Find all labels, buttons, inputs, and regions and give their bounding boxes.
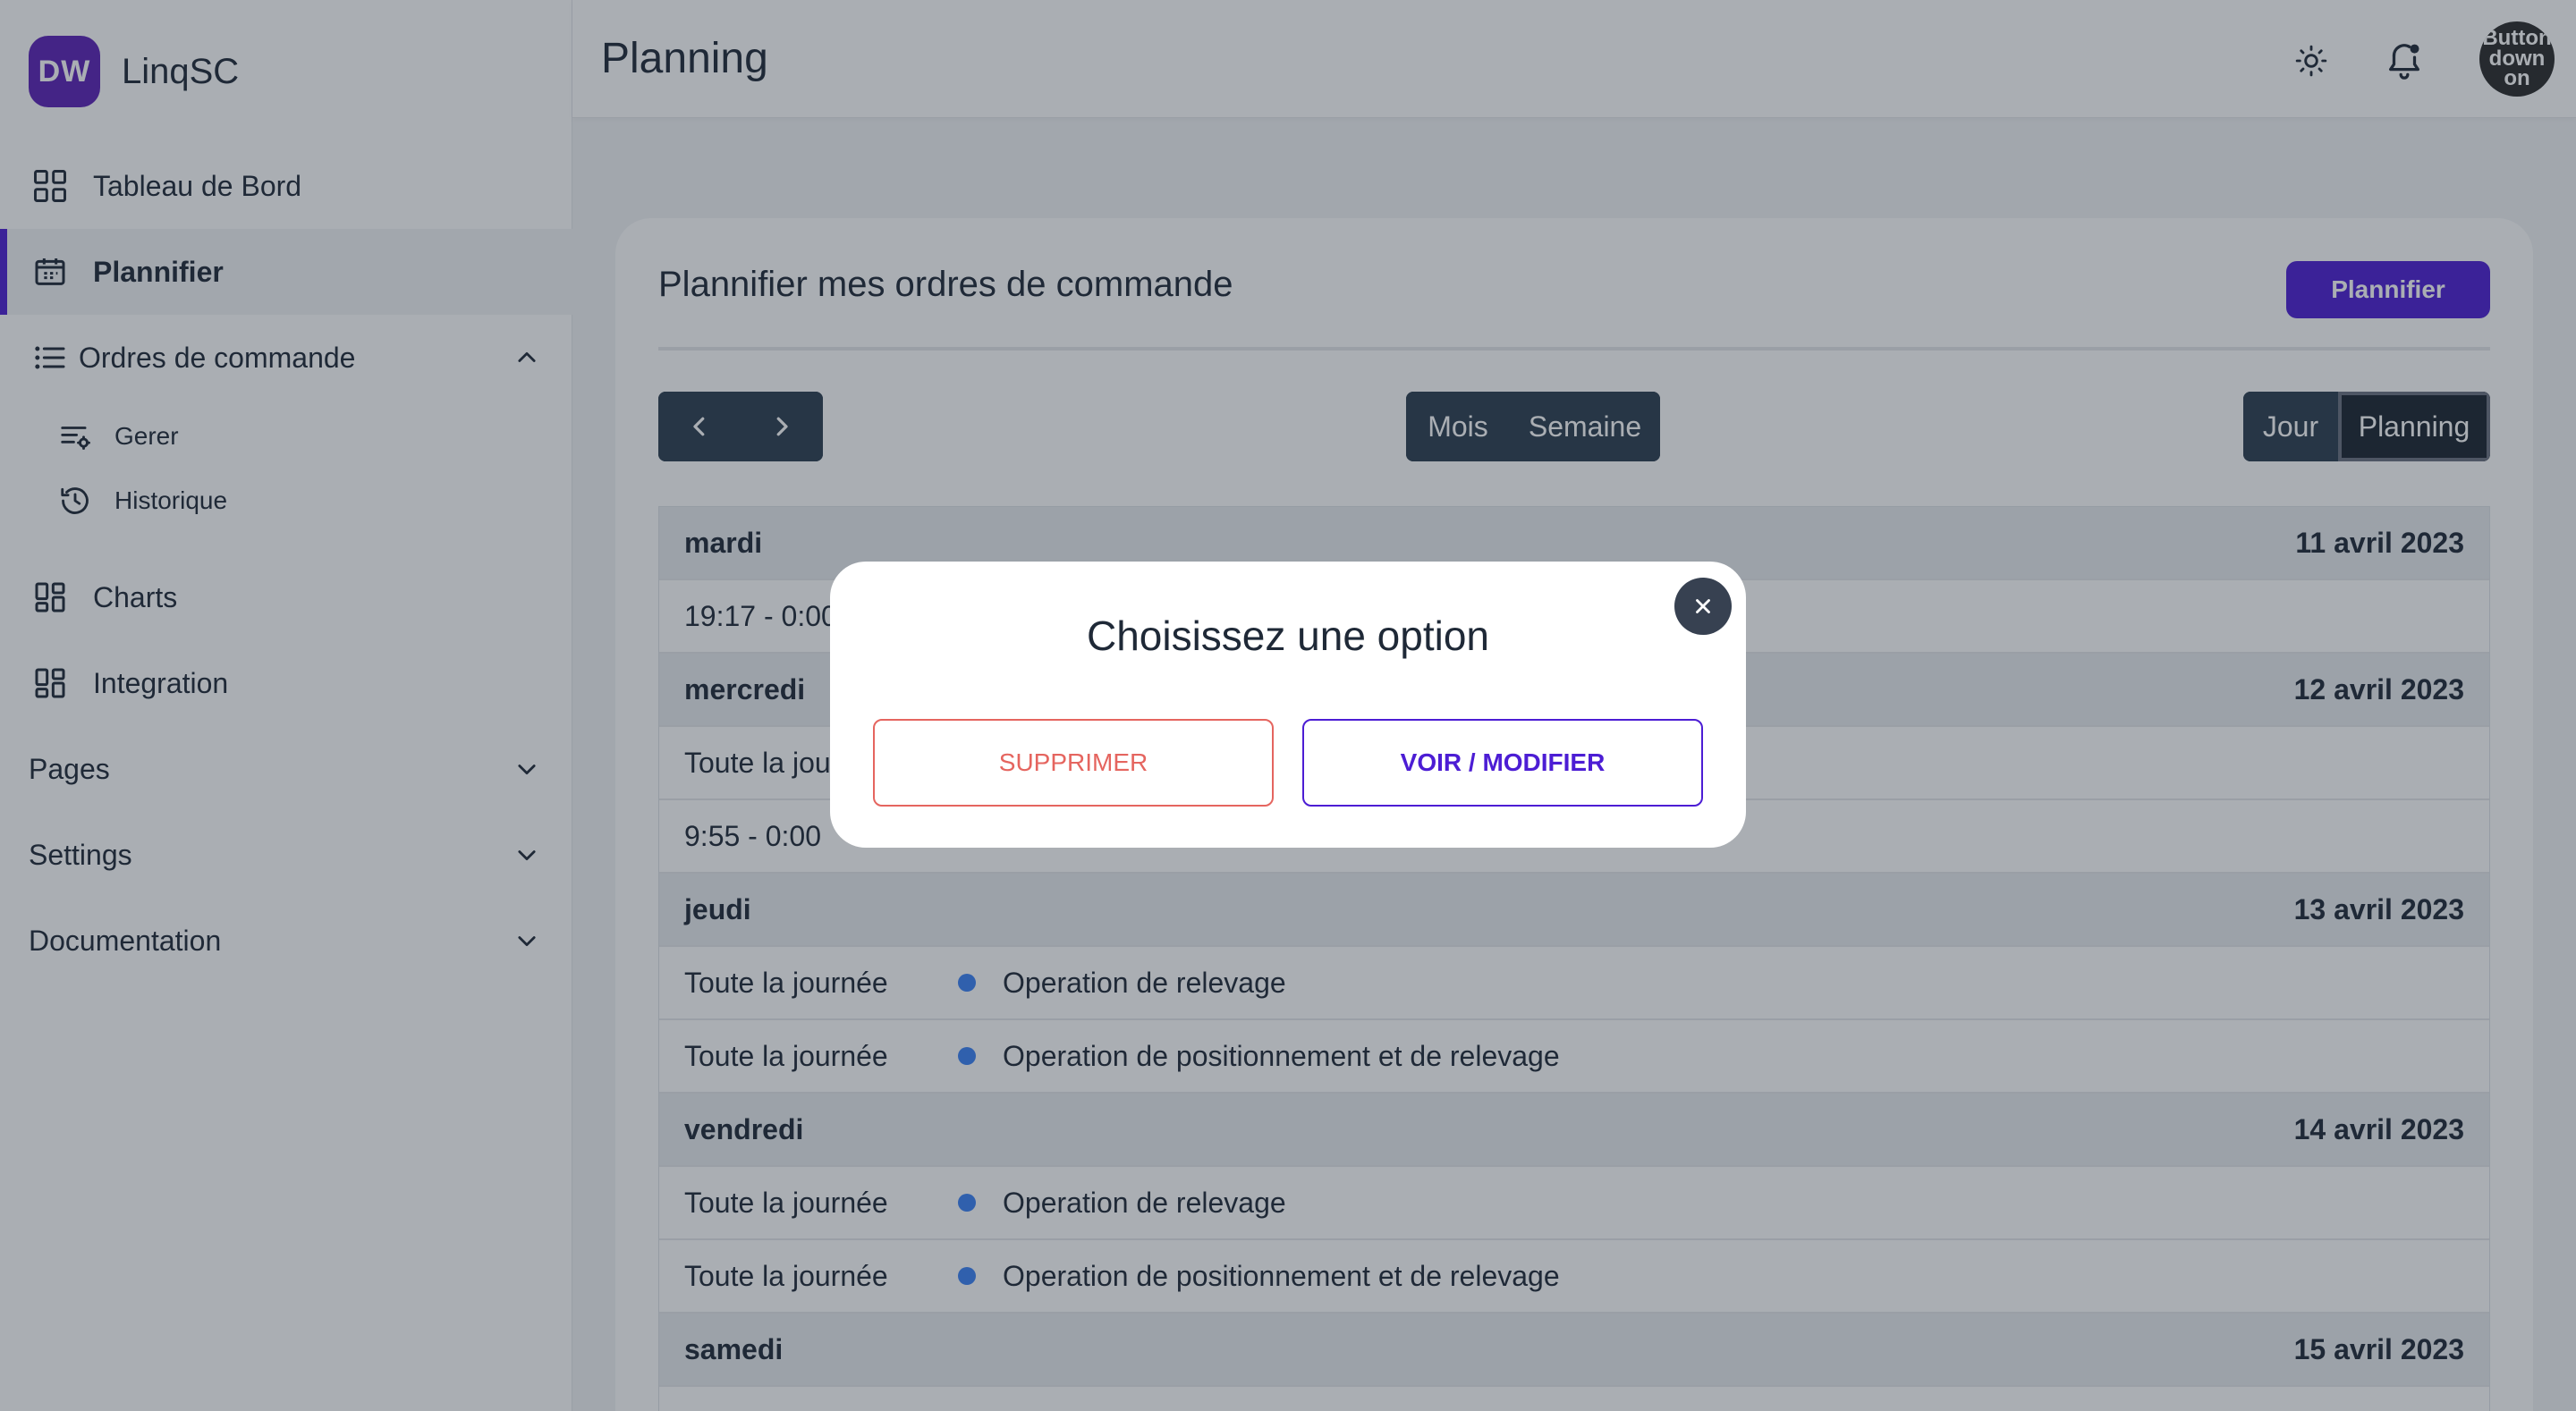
close-button[interactable] [1674, 578, 1732, 635]
close-icon [1696, 599, 1710, 613]
view-edit-button[interactable]: VOIR / MODIFIER [1302, 719, 1703, 807]
modal-title: Choisissez une option [1086, 613, 1490, 659]
option-modal: Choisissez une option SUPPRIMER VOIR / M… [830, 562, 1746, 848]
delete-button[interactable]: SUPPRIMER [873, 719, 1274, 807]
